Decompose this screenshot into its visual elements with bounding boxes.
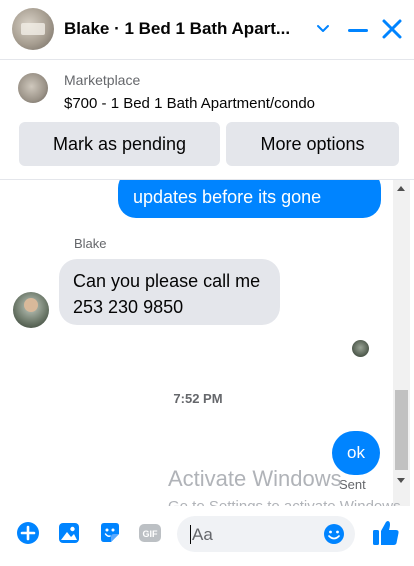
photo-icon[interactable] <box>56 520 82 546</box>
message-timestamp: 7:52 PM <box>173 391 223 406</box>
sender-avatar[interactable] <box>13 292 49 328</box>
thumbs-up-icon[interactable] <box>371 518 401 548</box>
text-caret <box>190 525 191 544</box>
gif-label: GIF <box>143 529 159 539</box>
incoming-message-line2: 253 230 9850 <box>73 297 184 317</box>
message-input-placeholder: Aa <box>192 525 213 544</box>
chat-header: Blake · 1 Bed 1 Bath Apart... <box>0 0 414 60</box>
marketplace-panel: Marketplace $700 - 1 Bed 1 Bath Apartmen… <box>0 61 414 180</box>
chevron-down-icon[interactable] <box>315 20 331 36</box>
listing-title[interactable]: $700 - 1 Bed 1 Bath Apartment/condo <box>64 95 315 112</box>
listing-avatar[interactable] <box>12 8 54 50</box>
more-options-button[interactable]: More options <box>226 122 399 166</box>
listing-thumbnail[interactable] <box>18 73 48 103</box>
sticker-icon[interactable] <box>97 520 123 546</box>
gif-icon[interactable]: GIF <box>137 520 163 546</box>
outgoing-message: updates before its gone <box>118 180 381 218</box>
thread-scrollbar[interactable] <box>393 180 410 506</box>
message-composer: GIF Aa <box>0 506 414 566</box>
scroll-thumb[interactable] <box>395 390 408 470</box>
incoming-message-line1: Can you please call me <box>73 271 261 291</box>
outgoing-message-text: updates before its gone <box>133 187 322 207</box>
incoming-message: Can you please call me 253 230 9850 <box>59 259 280 325</box>
plus-icon[interactable] <box>15 520 41 546</box>
message-input[interactable]: Aa <box>177 516 355 552</box>
seen-indicator-avatar <box>352 340 369 357</box>
mark-as-pending-button[interactable]: Mark as pending <box>19 122 220 166</box>
activate-windows-watermark: Activate Windows <box>168 466 342 491</box>
close-icon[interactable] <box>381 18 403 40</box>
marketplace-label: Marketplace <box>64 72 141 88</box>
minimize-icon[interactable] <box>347 20 369 40</box>
chat-title[interactable]: Blake · 1 Bed 1 Bath Apart... <box>64 19 304 39</box>
scroll-up-arrow-icon[interactable] <box>397 186 405 191</box>
scroll-down-arrow-icon[interactable] <box>397 478 405 483</box>
sender-name: Blake <box>74 236 107 251</box>
emoji-icon[interactable] <box>323 523 345 545</box>
delivery-status: Sent <box>339 477 366 492</box>
message-thread[interactable]: updates before its gone Blake Can you pl… <box>0 180 414 506</box>
